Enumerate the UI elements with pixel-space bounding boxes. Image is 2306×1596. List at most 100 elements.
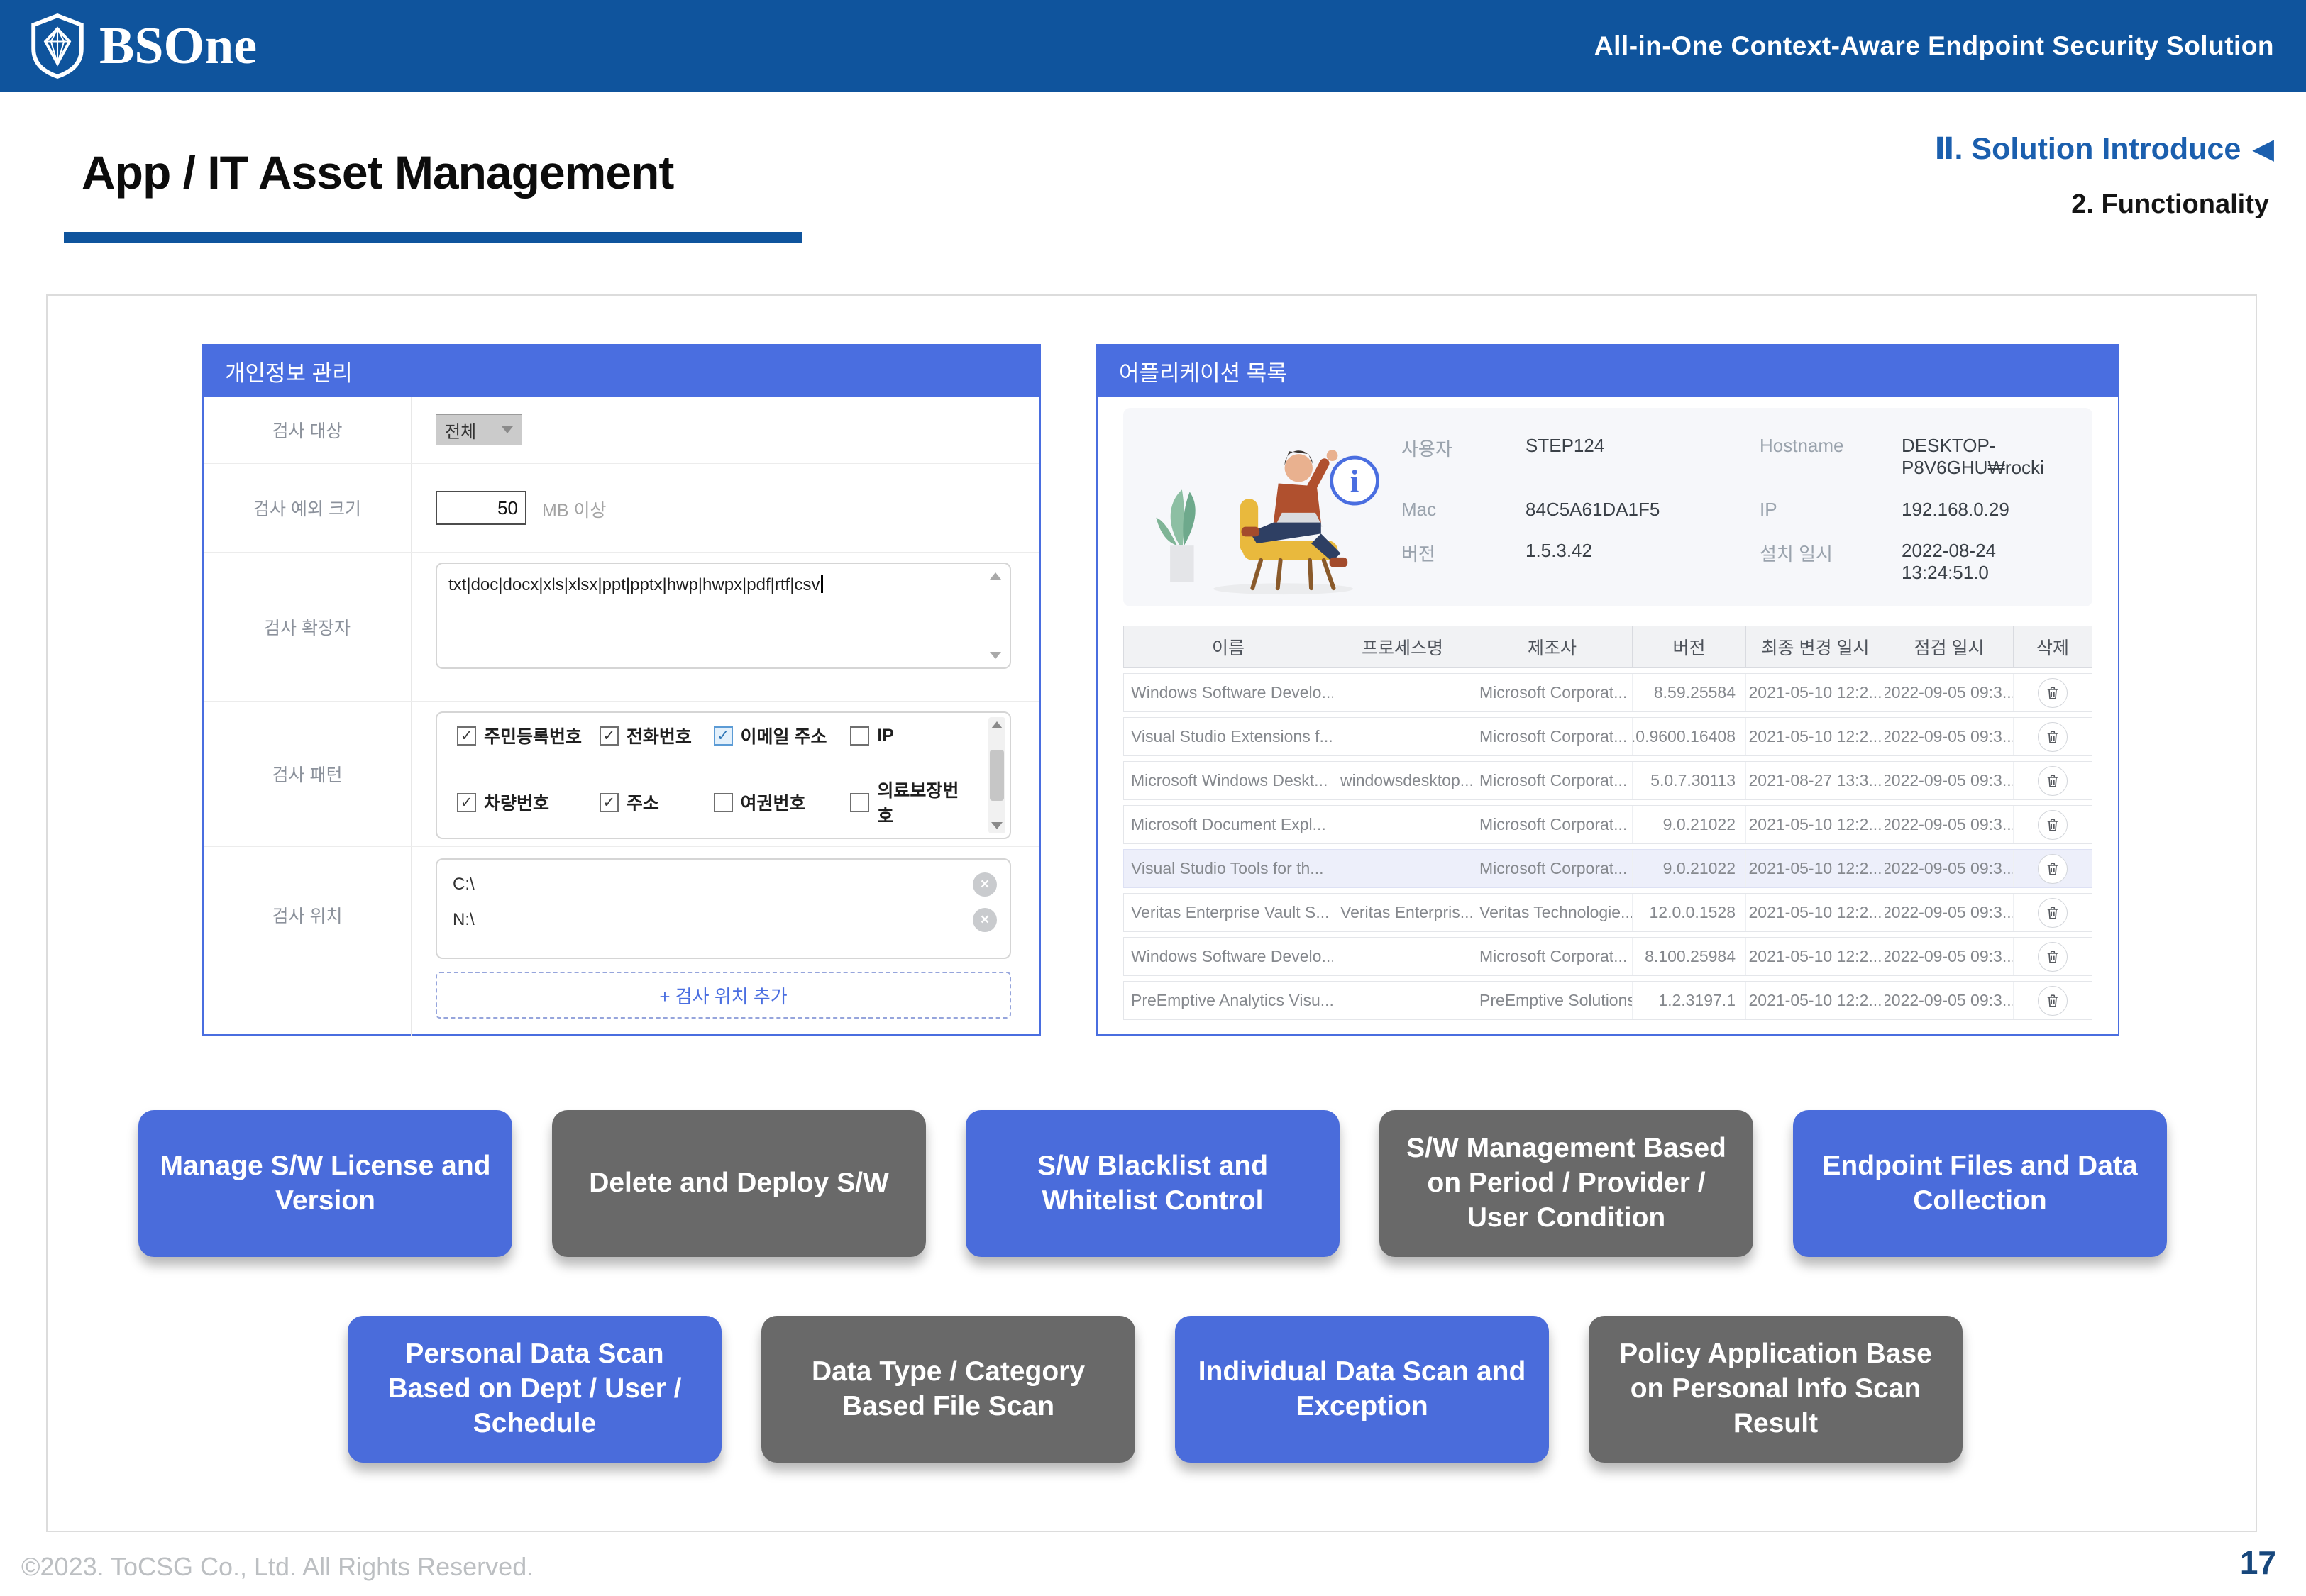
table-row[interactable]: Microsoft Document Expl...Microsoft Corp… <box>1123 805 2092 844</box>
size-limit-input[interactable]: 50 <box>436 491 526 525</box>
scan-location-item-2: N:\× <box>437 902 1010 938</box>
check-date-cell: 2022-09-05 09:3... <box>1885 850 2014 887</box>
scan-target-value: 전체 <box>445 418 476 443</box>
presentation-slide: BSOne All-in-One Context-Aware Endpoint … <box>0 0 2306 1596</box>
pattern-row: 검사 패턴 ✓주민등록번호✓전화번호✓이메일 주소IP ✓ 차량번호 ✓주소여권번호의… <box>204 702 1039 847</box>
svg-text:i: i <box>1350 463 1359 499</box>
delete-cell <box>2014 806 2092 843</box>
table-row[interactable]: Windows Software Develo...Microsoft Corp… <box>1123 673 2092 712</box>
vendor-cell: Microsoft Corporat... <box>1472 850 1633 887</box>
table-row[interactable]: Visual Studio Extensions f...Microsoft C… <box>1123 717 2092 756</box>
application-list-panel-header: 어플리케이션 목록 <box>1098 345 2118 397</box>
extensions-textarea[interactable]: txt|doc|docx|xls|xlsx|ppt|pptx|hwp|hwpx|… <box>436 563 1011 669</box>
checkbox-checked-icon[interactable]: ✓ <box>600 726 619 746</box>
checkbox-unchecked-icon[interactable] <box>714 793 733 812</box>
device-info-key: 사용자 <box>1401 435 1526 479</box>
checkbox-unchecked-icon[interactable] <box>850 793 869 812</box>
process-name-cell <box>1333 938 1472 975</box>
device-info-key: 설치 일시 <box>1760 540 1902 584</box>
add-location-button[interactable]: + 검사 위치 추가 <box>436 972 1011 1019</box>
device-info-key: 버전 <box>1401 540 1526 584</box>
scroll-down-icon[interactable] <box>990 652 1001 659</box>
feature-block: S/W Management Based on Period / Provide… <box>1379 1110 1753 1257</box>
checkbox-checked-icon[interactable]: ✓ <box>457 793 476 812</box>
logo-text: BSOne <box>99 16 257 77</box>
extensions-label: 검사 확장자 <box>204 553 411 701</box>
delete-app-button[interactable] <box>2038 810 2068 840</box>
pattern-checkbox-1[interactable]: ✓주민등록번호 <box>457 723 600 748</box>
device-info-value: 84C5A61DA1F5 <box>1526 499 1760 521</box>
table-row[interactable]: Visual Studio Tools for th...Microsoft C… <box>1123 849 2092 888</box>
feature-buttons-row-1: Manage S/W License and VersionDelete and… <box>138 1110 2167 1257</box>
scan-target-row: 검사 대상 전체 <box>204 397 1039 464</box>
size-limit-row: 검사 예외 크기 50 MB 이상 <box>204 464 1039 553</box>
scroll-up-icon[interactable] <box>990 572 1001 580</box>
device-info-grid: 사용자STEP124HostnameDESKTOP-P8V6GHU₩rockiM… <box>1401 435 2074 584</box>
checkbox-checked-icon[interactable]: ✓ <box>600 793 619 812</box>
scrollbar-thumb[interactable] <box>990 750 1004 801</box>
device-info-value: 1.5.3.42 <box>1526 540 1760 584</box>
pattern-checkbox-7[interactable]: 여권번호 <box>714 777 851 828</box>
scroll-down-icon[interactable] <box>991 822 1003 829</box>
app-name-cell: Microsoft Windows Deskt... <box>1124 762 1333 799</box>
scan-target-select[interactable]: 전체 <box>436 414 522 445</box>
person-with-laptop-illustration: i <box>1142 416 1390 598</box>
application-list-panel-title: 어플리케이션 목록 <box>1119 355 1287 387</box>
delete-app-button[interactable] <box>2038 898 2068 928</box>
process-name-cell: Veritas Enterpris... <box>1333 894 1472 931</box>
checkbox-checked-icon[interactable]: ✓ <box>457 726 476 746</box>
extensions-value: txt|doc|docx|xls|xlsx|ppt|pptx|hwp|hwpx|… <box>448 575 820 594</box>
scroll-up-icon[interactable] <box>991 721 1003 728</box>
version-cell: 1.2.3197.1 <box>1633 982 1746 1019</box>
delete-app-button[interactable] <box>2038 722 2068 752</box>
vendor-cell: PreEmptive Solutions <box>1472 982 1633 1019</box>
device-info-card: i 사용자STEP124HostnameDESKTOP-P8V6GHU₩rock… <box>1123 408 2092 606</box>
feature-buttons-row-2: Personal Data Scan Based on Dept / User … <box>348 1316 1963 1463</box>
checkbox-unchecked-icon[interactable] <box>850 726 869 746</box>
top-header-bar: BSOne All-in-One Context-Aware Endpoint … <box>0 0 2306 92</box>
table-row[interactable]: PreEmptive Analytics Visu...PreEmptive S… <box>1123 981 2092 1020</box>
delete-app-button[interactable] <box>2038 678 2068 708</box>
pattern-label: 검사 패턴 <box>204 702 411 846</box>
version-cell: 9.0.21022 <box>1633 806 1746 843</box>
checkbox-checked-icon[interactable]: ✓ <box>714 726 733 746</box>
delete-app-button[interactable] <box>2038 854 2068 884</box>
check-date-cell: 2022-09-05 09:3... <box>1885 718 2014 755</box>
scan-pattern-grid: ✓주민등록번호✓전화번호✓이메일 주소IP ✓ 차량번호 ✓주소여권번호의료보장번호 <box>457 713 964 838</box>
version-cell: 8.59.25584 <box>1633 674 1746 711</box>
pattern-checkbox-6[interactable]: ✓주소 <box>600 777 714 828</box>
check-date-cell: 2022-09-05 09:3... <box>1885 674 2014 711</box>
modified-date-cell: 2021-05-10 12:2... <box>1746 674 1885 711</box>
device-info-key: Hostname <box>1760 435 1902 479</box>
copyright-text: ©2023. ToCSG Co., Ltd. All Rights Reserv… <box>21 1552 534 1582</box>
delete-app-button[interactable] <box>2038 986 2068 1016</box>
location-row: 검사 위치 C:\×N:\× + 검사 위치 추가 <box>204 847 1039 1036</box>
delete-cell <box>2014 938 2092 975</box>
vendor-cell: Microsoft Corporat... <box>1472 674 1633 711</box>
delete-app-button[interactable] <box>2038 766 2068 796</box>
pattern-checkbox-4[interactable]: IP <box>850 723 964 748</box>
personal-info-panel-header: 개인정보 관리 <box>204 345 1039 397</box>
vendor-cell: Veritas Technologie... <box>1472 894 1633 931</box>
pattern-checkbox-8[interactable]: 의료보장번호 <box>850 777 964 828</box>
pattern-checkbox-3[interactable]: ✓이메일 주소 <box>714 723 851 748</box>
app-name-cell: Veritas Enterprise Vault S... <box>1124 894 1333 931</box>
version-cell: 12.0.0.1528 <box>1633 894 1746 931</box>
table-row[interactable]: Veritas Enterprise Vault S...Veritas Ent… <box>1123 893 2092 932</box>
table-row[interactable]: Windows Software Develo...Microsoft Corp… <box>1123 937 2092 976</box>
extensions-row: 검사 확장자 txt|doc|docx|xls|xlsx|ppt|pptx|hw… <box>204 553 1039 702</box>
column-header: 프로세스명 <box>1333 626 1472 667</box>
remove-location-icon[interactable]: × <box>973 908 997 932</box>
checkbox-label: 차량번호 <box>484 789 549 815</box>
pattern-scrollbar[interactable] <box>988 717 1005 833</box>
personal-info-panel: 개인정보 관리 검사 대상 전체 검사 예외 크기 50 <box>202 344 1041 1036</box>
pattern-checkbox-2[interactable]: ✓전화번호 <box>600 723 714 748</box>
device-info-value: DESKTOP-P8V6GHU₩rocki <box>1902 435 2074 479</box>
version-cell: 9.0.21022 <box>1633 850 1746 887</box>
pattern-checkbox-5[interactable]: ✓ 차량번호 <box>457 777 600 828</box>
delete-app-button[interactable] <box>2038 942 2068 972</box>
column-header: 삭제 <box>2014 626 2092 667</box>
table-row[interactable]: Microsoft Windows Deskt...windowsdesktop… <box>1123 761 2092 800</box>
column-header: 최종 변경 일시 <box>1746 626 1885 667</box>
remove-location-icon[interactable]: × <box>973 872 997 897</box>
